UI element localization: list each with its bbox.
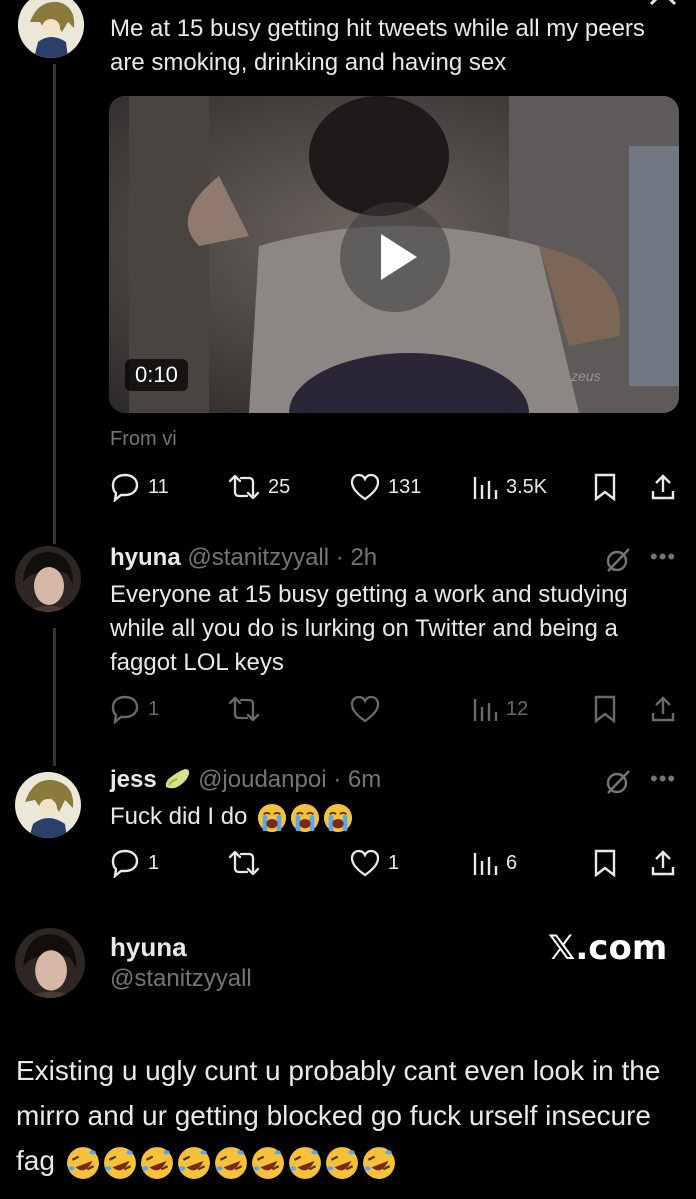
close-icon[interactable] — [648, 0, 678, 8]
reply-icon — [111, 473, 139, 502]
x-brand-logo: 𝕏.com — [548, 928, 668, 968]
rofl-emoji — [177, 1146, 210, 1179]
avocado-emoji — [163, 767, 191, 791]
avatar[interactable] — [18, 0, 84, 58]
action-bar: 1 1 6 — [110, 846, 680, 880]
share-icon — [651, 850, 675, 876]
bookmark-button[interactable] — [594, 470, 616, 504]
retweet-icon — [228, 696, 260, 722]
video-player[interactable]: zeus 0:10 — [109, 96, 679, 413]
grok-icon[interactable] — [604, 546, 632, 574]
like-button[interactable] — [350, 692, 380, 726]
card-author-name[interactable]: hyuna — [110, 932, 187, 963]
retweet-count: 25 — [268, 475, 291, 498]
tweet-text: Everyone at 15 busy getting a work and s… — [110, 581, 628, 676]
crying-emoji — [291, 803, 320, 832]
more-icon[interactable]: ••• — [650, 544, 676, 570]
views-count: 3.5K — [506, 475, 548, 498]
tweet-text-row: Fuck did I do — [110, 800, 630, 834]
play-icon — [381, 234, 417, 280]
card-author-handle[interactable]: @stanitzyyall — [110, 965, 252, 993]
rofl-emoji — [140, 1146, 173, 1179]
video-watermark: zeus — [571, 368, 601, 384]
views-count: 6 — [506, 851, 518, 874]
bookmark-icon — [594, 849, 616, 877]
rofl-emoji — [251, 1146, 284, 1179]
views-icon — [473, 853, 498, 875]
tweet-time[interactable]: · 6m — [333, 766, 381, 793]
share-icon — [651, 696, 675, 722]
bookmark-button[interactable] — [594, 692, 616, 726]
crying-emoji — [324, 803, 353, 832]
tweet-time[interactable]: · 2h — [336, 544, 377, 571]
bookmark-icon — [594, 473, 616, 501]
views-button[interactable]: 3.5K — [472, 470, 547, 504]
author-handle[interactable]: @joudanpoi — [198, 766, 326, 793]
thread-line — [53, 64, 56, 544]
bookmark-button[interactable] — [594, 846, 616, 880]
author-row: jess @joudanpoi · 6m — [110, 765, 381, 795]
avatar[interactable] — [15, 546, 81, 612]
rofl-emoji — [103, 1146, 136, 1179]
author-name[interactable]: jess — [110, 766, 157, 793]
share-icon — [651, 474, 675, 500]
reply-button[interactable]: 1 — [110, 846, 159, 880]
thread-line — [53, 628, 56, 766]
tweet-text: Fuck did I do — [110, 803, 248, 830]
like-icon — [350, 473, 380, 501]
views-icon — [473, 477, 498, 499]
video-duration: 0:10 — [125, 359, 188, 391]
video-source[interactable]: From vi — [110, 428, 177, 451]
retweet-icon — [228, 474, 260, 500]
more-icon[interactable]: ••• — [650, 766, 676, 792]
share-button[interactable] — [650, 470, 676, 504]
reply-button[interactable]: 11 — [110, 470, 169, 504]
retweet-button[interactable]: 25 — [228, 470, 290, 504]
reply-icon — [111, 849, 139, 878]
like-icon — [350, 849, 380, 877]
author-handle[interactable]: @stanitzyyall — [187, 544, 329, 571]
rofl-emoji — [362, 1146, 395, 1179]
rofl-emoji — [288, 1146, 321, 1179]
crying-emoji-group — [254, 803, 353, 832]
reply-count: 1 — [148, 851, 160, 874]
like-icon — [350, 695, 380, 723]
views-button[interactable]: 6 — [472, 846, 517, 880]
author-row: hyuna @stanitzyyall · 2h — [110, 543, 377, 573]
like-count: 131 — [388, 475, 422, 498]
action-bar: 1 12 — [110, 692, 680, 726]
like-count: 1 — [388, 851, 400, 874]
card-text-block: Existing u ugly cunt u probably cant eve… — [16, 1048, 684, 1183]
author-name[interactable]: hyuna — [110, 544, 181, 571]
rofl-emoji — [214, 1146, 247, 1179]
views-button[interactable]: 12 — [472, 692, 528, 726]
avatar[interactable] — [15, 772, 81, 838]
reply-count: 11 — [148, 475, 169, 498]
like-button[interactable]: 1 — [350, 846, 399, 880]
retweet-button[interactable] — [228, 846, 260, 880]
retweet-icon — [228, 850, 260, 876]
reply-button[interactable]: 1 — [110, 692, 159, 726]
reply-icon — [111, 695, 139, 724]
like-button[interactable]: 131 — [350, 470, 421, 504]
retweet-button[interactable] — [228, 692, 260, 726]
share-button[interactable] — [650, 692, 676, 726]
views-count: 12 — [506, 697, 529, 720]
bookmark-icon — [594, 695, 616, 723]
tweet-text: Me at 15 busy getting hit tweets while a… — [110, 15, 645, 76]
reply-count: 1 — [148, 697, 160, 720]
share-button[interactable] — [650, 846, 676, 880]
rofl-emoji — [325, 1146, 358, 1179]
views-icon — [473, 699, 498, 721]
grok-icon[interactable] — [604, 768, 632, 796]
rofl-emoji-group — [63, 1145, 396, 1179]
rofl-emoji — [66, 1146, 99, 1179]
play-button[interactable] — [340, 202, 450, 312]
crying-emoji — [258, 803, 287, 832]
action-bar: 11 25 131 3.5K — [110, 470, 680, 504]
avatar[interactable] — [15, 928, 85, 998]
